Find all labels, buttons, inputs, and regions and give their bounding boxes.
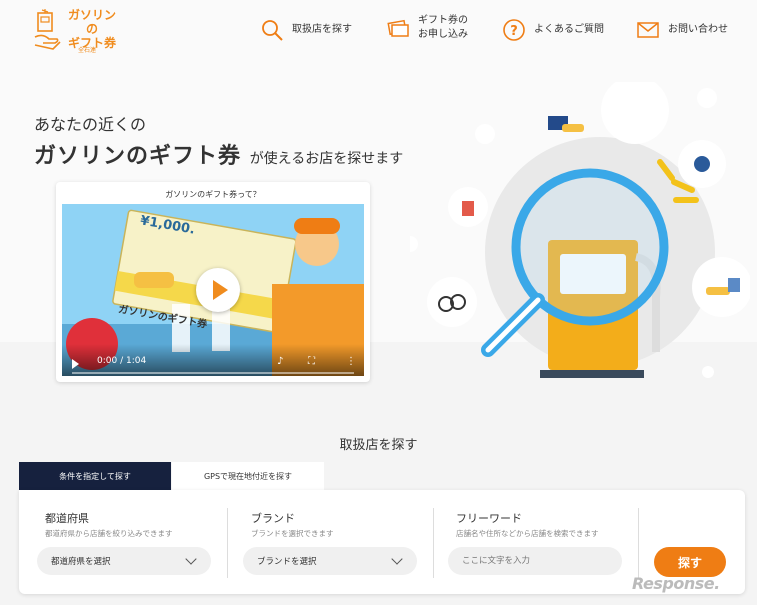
question-icon: ? — [503, 19, 525, 41]
nav-apply-gift[interactable]: ギフト券の お申し込み — [386, 14, 468, 42]
logo-sub: 全石連 — [78, 47, 97, 54]
field-label: 都道府県 — [45, 512, 89, 525]
logo-line2: の — [85, 22, 98, 36]
hero-title-rest: が使えるお店を探せます — [249, 151, 404, 167]
video-time: 0:00 / 1:04 — [97, 356, 147, 366]
search-button[interactable]: 探す — [654, 547, 726, 577]
chevron-down-icon — [391, 553, 403, 565]
video-player[interactable]: ¥1,000. ガソリンのギフト券 0:00 / 1:04 ♪ ⛶ ⋮ — [62, 204, 364, 376]
nav-label: よくあるご質問 — [534, 24, 604, 35]
nav-label: お問い合わせ — [668, 24, 728, 35]
nav-label: 取扱店を探す — [292, 24, 352, 35]
nav-faq[interactable]: ? よくあるご質問 — [502, 18, 604, 42]
freeword-input[interactable] — [448, 547, 622, 575]
gift-box-icon — [34, 9, 61, 50]
field-divider — [227, 508, 228, 578]
hero-subtitle: あなたの近くの — [34, 115, 147, 134]
select-value: 都道府県を選択 — [51, 557, 111, 567]
nav-find-store[interactable]: 取扱店を探す — [260, 18, 352, 42]
field-hint: 店舗名や住所などから店舗を検索できます — [456, 529, 599, 538]
mute-icon[interactable]: ♪ — [277, 356, 283, 367]
tab-gps[interactable]: GPSで現在地付近を探す — [172, 462, 324, 490]
mail-icon — [637, 22, 659, 38]
nav-label: ギフト券の お申し込み — [418, 15, 468, 40]
select-value: ブランドを選択 — [257, 557, 317, 567]
brand-select[interactable]: ブランドを選択 — [243, 547, 417, 575]
prefecture-select[interactable]: 都道府県を選択 — [37, 547, 211, 575]
field-hint: 都道府県から店舗を絞り込みできます — [45, 529, 173, 538]
more-options-icon[interactable]: ⋮ — [346, 356, 356, 367]
ticket-icon — [387, 19, 409, 37]
control-play-icon[interactable] — [72, 359, 79, 369]
video-controls: 0:00 / 1:04 ♪ ⛶ ⋮ — [62, 344, 364, 376]
tab-conditions[interactable]: 条件を指定して探す — [19, 462, 171, 490]
search-icon — [262, 20, 283, 41]
field-label: フリーワード — [456, 512, 522, 525]
logo-line1: ガソリン — [67, 8, 116, 22]
logo-wordmark: ガソリン の ギフト券 — [62, 8, 122, 50]
section-title: 取扱店を探す — [339, 438, 418, 453]
hero-title: ガソリンのギフト券 が使えるお店を探せます — [34, 138, 403, 170]
field-label: ブランド — [251, 512, 295, 525]
fullscreen-icon[interactable]: ⛶ — [308, 356, 315, 367]
nav-contact[interactable]: お問い合わせ — [636, 18, 728, 42]
gas-station-illustration — [410, 82, 750, 378]
field-divider — [433, 508, 434, 578]
play-button[interactable] — [196, 268, 240, 312]
video-title: ガソリンのギフト券って？ — [165, 190, 261, 199]
field-divider — [638, 508, 639, 578]
hero-title-strong: ガソリンのギフト券 — [34, 144, 242, 169]
chevron-down-icon — [185, 553, 197, 565]
svg-text:?: ? — [510, 24, 518, 39]
video-card: ガソリンのギフト券って？ ¥1,000. ガソリンのギフト券 0:00 / 1:… — [56, 182, 370, 382]
field-hint: ブランドを選択できます — [251, 529, 334, 538]
video-progress-bar[interactable] — [72, 372, 354, 374]
watermark: Response. — [632, 574, 720, 593]
